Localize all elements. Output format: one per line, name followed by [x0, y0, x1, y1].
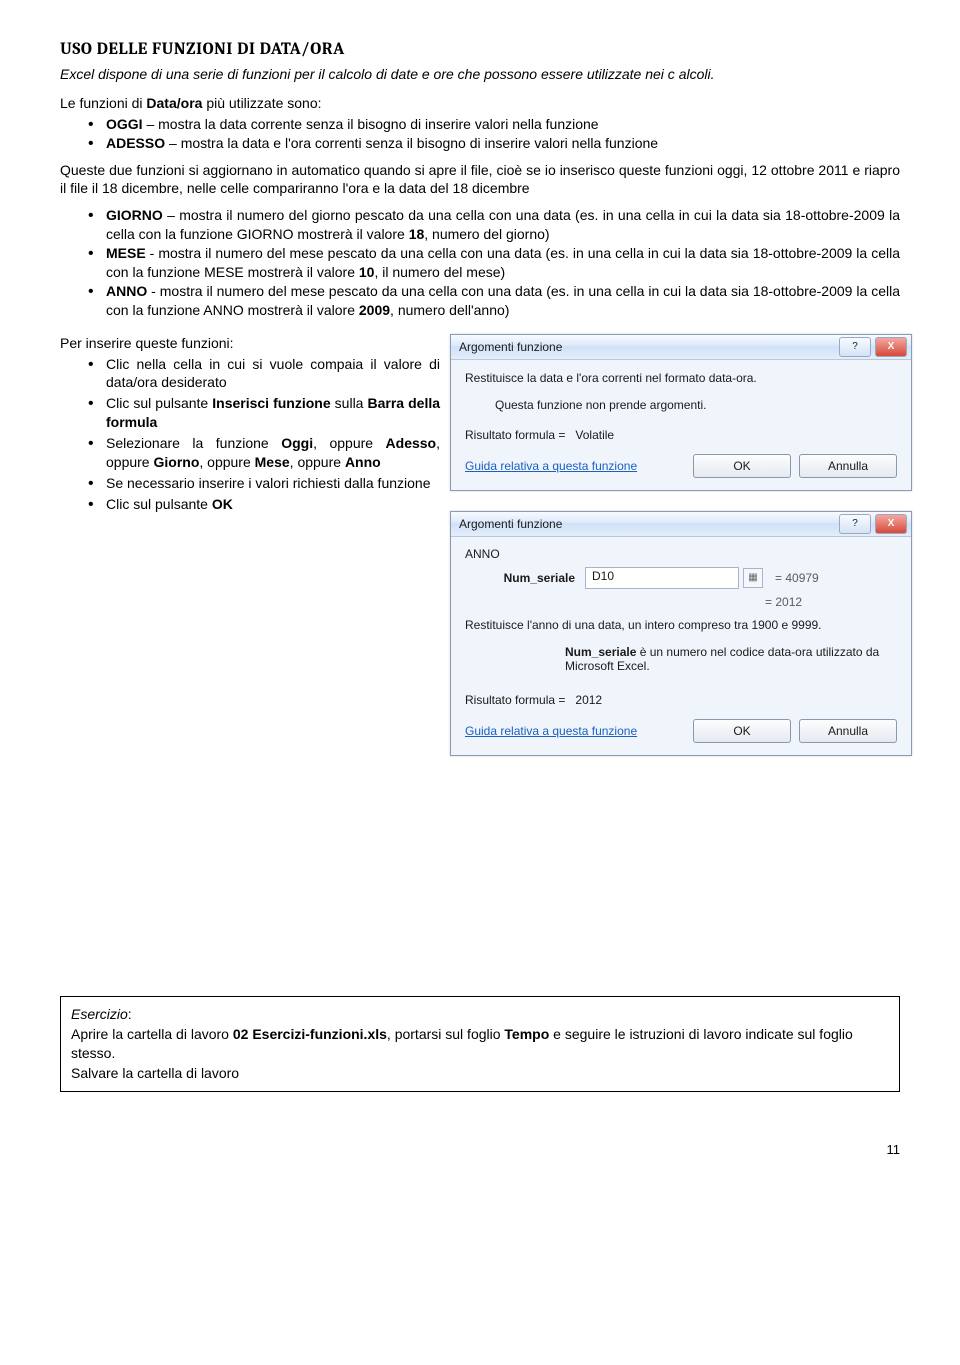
lead-paragraph: Le funzioni di Data/ora più utilizzate s… — [60, 94, 900, 113]
exercise-line1c: , portarsi sul foglio — [387, 1026, 505, 1042]
step3-giorno: Giorno — [153, 454, 199, 470]
step3-oggi: Oggi — [281, 435, 313, 451]
dialog-func-name: ANNO — [465, 547, 897, 561]
list-item: Selezionare la funzione Oggi, oppure Ade… — [106, 434, 440, 472]
exercise-line1a: Aprire la cartella di lavoro — [71, 1026, 233, 1042]
step3-adesso: Adesso — [386, 435, 437, 451]
ok-button[interactable]: OK — [693, 454, 791, 478]
exercise-sheet: Tempo — [504, 1026, 549, 1042]
arg-input[interactable]: D10 — [585, 567, 739, 589]
step2-c: sulla — [331, 395, 368, 411]
exercise-label: Esercizio — [71, 1006, 128, 1022]
func-oggi-desc: – mostra la data corrente senza il bisog… — [143, 116, 599, 132]
help-button[interactable]: ? — [839, 514, 871, 534]
dialog-titlebar: Argomenti funzione ? X — [451, 335, 911, 360]
range-picker-icon[interactable]: ▦ — [743, 568, 763, 588]
dialog-arguments-now: Argomenti funzione ? X Restituisce la da… — [450, 334, 912, 491]
list-item: ANNO - mostra il numero del mese pescato… — [106, 282, 900, 320]
step5-ok: OK — [212, 496, 233, 512]
intro-text: Excel dispone di una serie di funzioni p… — [60, 65, 900, 84]
insert-steps: Clic nella cella in cui si vuole compaia… — [60, 355, 440, 514]
list-item: Clic sul pulsante OK — [106, 495, 440, 514]
close-button[interactable]: X — [875, 337, 907, 357]
function-list-2: GIORNO – mostra il numero del giorno pes… — [60, 206, 900, 319]
lead-text-c: più utilizzate sono: — [202, 95, 321, 111]
func-mese-val: 10 — [359, 264, 375, 280]
step2-b: Inserisci funzione — [212, 395, 330, 411]
cancel-button[interactable]: Annulla — [799, 454, 897, 478]
dialog-titlebar: Argomenti funzione ? X — [451, 512, 911, 537]
dialog-title: Argomenti funzione — [459, 340, 835, 354]
step2-a: Clic sul pulsante — [106, 395, 212, 411]
exercise-line2: Salvare la cartella di lavoro — [71, 1065, 239, 1081]
step3-c: , oppure — [313, 435, 385, 451]
list-item: Se necessario inserire i valori richiest… — [106, 474, 440, 493]
exercise-colon: : — [128, 1006, 132, 1022]
func-anno-name: ANNO — [106, 283, 147, 299]
result-value: 2012 — [575, 693, 602, 707]
exercise-box: Esercizio: Aprire la cartella di lavoro … — [60, 996, 900, 1092]
func-giorno-val: 18 — [409, 226, 425, 242]
func-giorno-t2: , numero del giorno) — [424, 226, 549, 242]
page-title: USO DELLE FUNZIONI DI DATA/ORA — [60, 40, 900, 59]
result-label: Risultato formula = — [465, 693, 565, 707]
func-mese-name: MESE — [106, 245, 146, 261]
step3-anno: Anno — [345, 454, 381, 470]
result-row: Risultato formula = 2012 — [465, 693, 897, 707]
func-adesso-desc: – mostra la data e l'ora correnti senza … — [165, 135, 658, 151]
step3-a: Selezionare la funzione — [106, 435, 281, 451]
arg-desc-name: Num_seriale — [565, 645, 636, 659]
exercise-file: 02 Esercizi-funzioni.xls — [233, 1026, 387, 1042]
func-anno-t2: , numero dell'anno) — [390, 302, 509, 318]
list-item: MESE - mostra il numero del mese pescato… — [106, 244, 900, 282]
result-value: Volatile — [575, 428, 614, 442]
arg-eq: = 40979 — [775, 571, 819, 585]
help-link[interactable]: Guida relativa a questa funzione — [465, 459, 637, 473]
help-link[interactable]: Guida relativa a questa funzione — [465, 724, 637, 738]
arg-name: Num_seriale — [465, 571, 581, 585]
help-button[interactable]: ? — [839, 337, 871, 357]
func-oggi-name: OGGI — [106, 116, 143, 132]
list-item: OGGI – mostra la data corrente senza il … — [106, 115, 900, 134]
dialog-desc: Restituisce la data e l'ora correnti nel… — [465, 370, 897, 386]
step3-mese: Mese — [255, 454, 290, 470]
function-list-1: OGGI – mostra la data corrente senza il … — [60, 115, 900, 153]
list-item: GIORNO – mostra il numero del giorno pes… — [106, 206, 900, 244]
step3-g: , oppure — [199, 454, 254, 470]
ok-button[interactable]: OK — [693, 719, 791, 743]
func-giorno-name: GIORNO — [106, 207, 163, 223]
list-item: ADESSO – mostra la data e l'ora correnti… — [106, 134, 900, 153]
result-label: Risultato formula = — [465, 428, 565, 442]
cancel-button[interactable]: Annulla — [799, 719, 897, 743]
dialog-title: Argomenti funzione — [459, 517, 835, 531]
dialog-subdesc: Questa funzione non prende argomenti. — [495, 398, 897, 412]
page-number: 11 — [0, 1112, 960, 1157]
insert-lead: Per inserire queste funzioni: — [60, 334, 440, 353]
step3-i: , oppure — [290, 454, 345, 470]
dialog-desc: Restituisce l'anno di una data, un inter… — [465, 617, 897, 633]
result-row: Risultato formula = Volatile — [465, 428, 897, 442]
func-anno-val: 2009 — [359, 302, 390, 318]
list-item: Clic sul pulsante Inserisci funzione sul… — [106, 394, 440, 432]
lead-text-a: Le funzioni di — [60, 95, 146, 111]
step5-a: Clic sul pulsante — [106, 496, 212, 512]
list-item: Clic nella cella in cui si vuole compaia… — [106, 355, 440, 393]
lead-bold: Data/ora — [146, 95, 202, 111]
dialog-arguments-anno: Argomenti funzione ? X ANNO Num_seriale … — [450, 511, 912, 756]
func-mese-t2: , il numero del mese) — [374, 264, 505, 280]
close-button[interactable]: X — [875, 514, 907, 534]
result-eq: = 2012 — [465, 595, 897, 609]
after-list-note: Queste due funzioni si aggiornano in aut… — [60, 161, 900, 199]
func-adesso-name: ADESSO — [106, 135, 165, 151]
arg-desc-row: Num_seriale è un numero nel codice data-… — [565, 645, 897, 673]
